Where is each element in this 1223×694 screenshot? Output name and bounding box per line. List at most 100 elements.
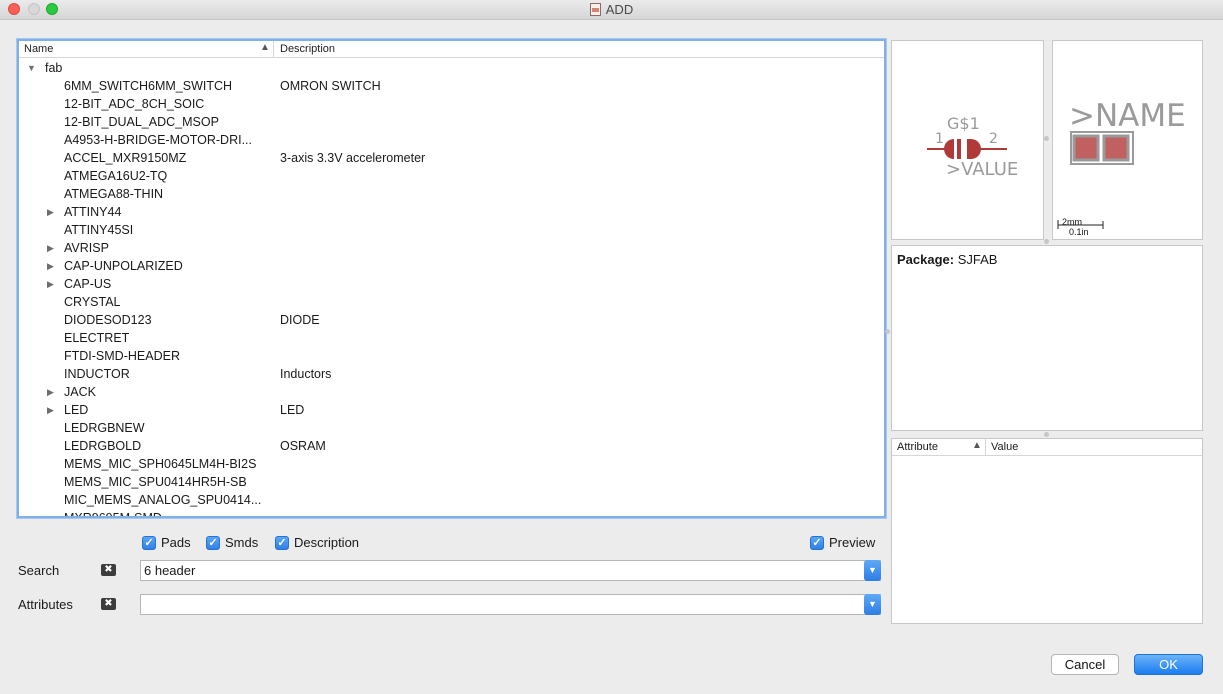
- tree-row[interactable]: ACCEL_MXR9150MZ 3-axis 3.3V accelerometer: [19, 149, 884, 167]
- main-splitter-handle[interactable]: [885, 329, 890, 334]
- device-description: LED: [280, 403, 305, 417]
- smds-checkbox[interactable]: ✓ Smds: [206, 534, 258, 551]
- vertical-splitter-handle[interactable]: [1044, 136, 1049, 141]
- tree-row[interactable]: MEMS_MIC_SPH0645LM4H-BI2S: [19, 455, 884, 473]
- tree-row[interactable]: 6MM_SWITCH6MM_SWITCH OMRON SWITCH: [19, 77, 884, 95]
- package-info-pane: Package: SJFAB: [891, 245, 1203, 431]
- device-name: A4953-H-BRIDGE-MOTOR-DRI...: [64, 133, 252, 147]
- tree-row[interactable]: LEDRGBOLD OSRAM: [19, 437, 884, 455]
- title-bar: ADD: [0, 0, 1223, 20]
- tree-row[interactable]: 12-BIT_DUAL_ADC_MSOP: [19, 113, 884, 131]
- tree-rows: ▼ fab 6MM_SWITCH6MM_SWITCH OMRON SWITCH 12…: [19, 59, 884, 516]
- disclosure-collapsed-icon[interactable]: ▶: [47, 257, 54, 275]
- tree-row[interactable]: ELECTRET: [19, 329, 884, 347]
- tree-root-label: fab: [45, 61, 63, 75]
- device-name: MEMS_MIC_SPH0645LM4H-BI2S: [64, 457, 257, 471]
- disclosure-collapsed-icon[interactable]: ▶: [47, 383, 54, 401]
- scale-in-label: 0.1in: [1069, 227, 1089, 237]
- column-divider[interactable]: [273, 41, 274, 58]
- tree-row[interactable]: MXR9695M-SMD: [19, 509, 884, 516]
- tree-row[interactable]: ATTINY45SI: [19, 221, 884, 239]
- tree-row[interactable]: ATMEGA88-THIN: [19, 185, 884, 203]
- tree-row[interactable]: ▶ AVRISP: [19, 239, 884, 257]
- ok-button[interactable]: OK: [1134, 654, 1203, 675]
- tree-row[interactable]: ▶ CAP-US: [19, 275, 884, 293]
- device-description: Inductors: [280, 367, 332, 381]
- device-name: LEDRGBOLD: [64, 439, 142, 453]
- tree-root-fab[interactable]: ▼ fab: [19, 59, 884, 77]
- window-title-group: ADD: [0, 2, 1223, 17]
- device-name: CAP-UNPOLARIZED: [64, 259, 183, 273]
- symbol-preview: G$1 1 2 >VALUE: [891, 40, 1044, 240]
- sj-pad-footprint-icon: [1070, 131, 1134, 165]
- device-name: 6MM_SWITCH6MM_SWITCH: [64, 79, 233, 93]
- checkmark-icon: ✓: [206, 535, 220, 550]
- column-header-attribute[interactable]: Attribute: [897, 441, 938, 453]
- tree-row[interactable]: MEMS_MIC_SPU0414HR5H-SB: [19, 473, 884, 491]
- column-divider[interactable]: [985, 439, 986, 456]
- device-name: ATMEGA88-THIN: [64, 187, 164, 201]
- disclosure-collapsed-icon[interactable]: ▶: [47, 203, 54, 221]
- tree-row[interactable]: ▶ JACK: [19, 383, 884, 401]
- horizontal-splitter-handle[interactable]: [1044, 239, 1049, 244]
- tree-row[interactable]: INDUCTOR Inductors: [19, 365, 884, 383]
- device-description: OMRON SWITCH: [280, 79, 381, 93]
- cancel-button[interactable]: Cancel: [1051, 654, 1119, 675]
- value-placeholder: >VALUE: [946, 159, 1019, 180]
- pads-checkbox[interactable]: ✓ Pads: [142, 534, 191, 551]
- search-combo[interactable]: 6 header ▼: [140, 560, 881, 581]
- chevron-down-icon[interactable]: ▼: [864, 560, 881, 581]
- device-description: OSRAM: [280, 439, 326, 453]
- tree-row[interactable]: ▶ LED LED: [19, 401, 884, 419]
- disclosure-collapsed-icon[interactable]: ▶: [47, 239, 54, 257]
- tree-row[interactable]: FTDI-SMD-HEADER: [19, 347, 884, 365]
- disclosure-collapsed-icon[interactable]: ▶: [47, 275, 54, 293]
- window-title: ADD: [605, 2, 634, 17]
- device-description: 3-axis 3.3V accelerometer: [280, 151, 426, 165]
- package-info-key: Package:: [897, 252, 955, 267]
- sort-ascending-icon: ▲: [260, 42, 270, 53]
- package-info-value: SJFAB: [957, 252, 998, 267]
- sort-ascending-icon: ▲: [972, 440, 982, 451]
- tree-row[interactable]: A4953-H-BRIDGE-MOTOR-DRI...: [19, 131, 884, 149]
- search-label: Search: [18, 563, 60, 578]
- tree-row[interactable]: CRYSTAL: [19, 293, 884, 311]
- device-name: LED: [64, 403, 89, 417]
- tree-header: Name ▲ Description: [19, 41, 884, 58]
- tree-row[interactable]: ▶ ATTINY44: [19, 203, 884, 221]
- checkmark-icon: ✓: [810, 535, 824, 550]
- description-checkbox[interactable]: ✓ Description: [275, 534, 359, 551]
- package-preview: >NAME 2mm 0.1in: [1052, 40, 1203, 240]
- device-name: AVRISP: [64, 241, 109, 255]
- device-name: 12-BIT_DUAL_ADC_MSOP: [64, 115, 219, 129]
- tree-row[interactable]: ▶ CAP-UNPOLARIZED: [19, 257, 884, 275]
- preview-checkbox[interactable]: ✓ Preview: [810, 534, 875, 551]
- attributes-combo[interactable]: ▼: [140, 594, 881, 615]
- chevron-down-icon[interactable]: ▼: [864, 594, 881, 615]
- search-input[interactable]: 6 header: [144, 563, 195, 578]
- column-header-description[interactable]: Description: [280, 43, 335, 55]
- tree-row[interactable]: ATMEGA16U2-TQ: [19, 167, 884, 185]
- library-tree[interactable]: Name ▲ Description ▼ fab 6MM_SWITCH6MM_S…: [17, 39, 886, 518]
- column-header-value[interactable]: Value: [991, 441, 1018, 453]
- document-icon: [589, 3, 601, 16]
- info-splitter-handle[interactable]: [1044, 432, 1049, 437]
- clear-attributes-icon[interactable]: ✖: [101, 598, 116, 610]
- device-name: MIC_MEMS_ANALOG_SPU0414...: [64, 493, 262, 507]
- device-name: ACCEL_MXR9150MZ: [64, 151, 187, 165]
- device-name: ATTINY45SI: [64, 223, 134, 237]
- device-name: MEMS_MIC_SPU0414HR5H-SB: [64, 475, 247, 489]
- tree-row[interactable]: 12-BIT_ADC_8CH_SOIC: [19, 95, 884, 113]
- capacitor-symbol-icon: [927, 139, 1007, 159]
- disclosure-expanded-icon[interactable]: ▼: [27, 59, 36, 77]
- device-name: INDUCTOR: [64, 367, 130, 381]
- tree-row[interactable]: LEDRGBNEW: [19, 419, 884, 437]
- tree-row[interactable]: MIC_MEMS_ANALOG_SPU0414...: [19, 491, 884, 509]
- column-header-name[interactable]: Name: [24, 43, 53, 55]
- symbol-name: G$1: [947, 114, 980, 133]
- clear-search-icon[interactable]: ✖: [101, 564, 116, 576]
- device-name: LEDRGBNEW: [64, 421, 145, 435]
- disclosure-collapsed-icon[interactable]: ▶: [47, 401, 54, 419]
- device-name: JACK: [64, 385, 96, 399]
- tree-row[interactable]: DIODESOD123 DIODE: [19, 311, 884, 329]
